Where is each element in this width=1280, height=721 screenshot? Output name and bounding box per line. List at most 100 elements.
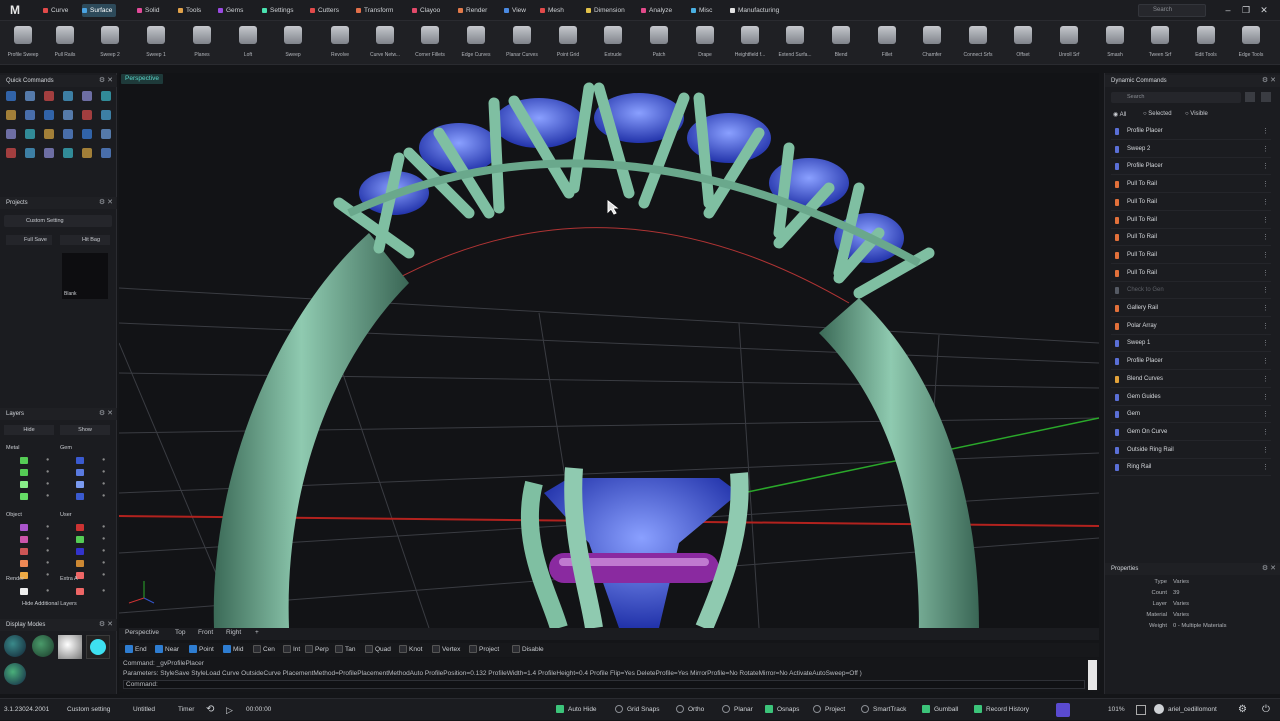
dynamic-command-item[interactable]: Check to Gen ⋮: [1111, 282, 1271, 300]
eye-icon[interactable]: ●: [46, 455, 49, 466]
layer-color-swatch[interactable]: [76, 588, 84, 595]
dynamic-command-item[interactable]: Pull To Rail ⋮: [1111, 194, 1271, 211]
dynamic-search-input[interactable]: Search: [1111, 92, 1241, 103]
view-tab-2[interactable]: Front: [198, 629, 213, 636]
menu-tab-tools[interactable]: Tools: [178, 4, 201, 17]
quick-command-icon[interactable]: [6, 110, 16, 120]
command-input[interactable]: Command:: [123, 680, 1085, 689]
quick-command-icon[interactable]: [63, 91, 73, 101]
eye-icon[interactable]: ●: [46, 522, 49, 533]
tool-extrude[interactable]: Extrude: [590, 24, 636, 62]
toggle-smarttrack[interactable]: SmartTrack: [861, 699, 906, 721]
hit-bag-button[interactable]: Hit Bag: [60, 235, 110, 245]
tool-revolve[interactable]: Revolve: [317, 24, 363, 62]
dynamic-command-item[interactable]: Profile Placer ⋮: [1111, 158, 1271, 176]
layer-color-swatch[interactable]: [20, 469, 28, 476]
tool-sweep-1[interactable]: Sweep 1: [133, 24, 179, 62]
tool-patch[interactable]: Patch: [636, 24, 682, 62]
layer-group-header[interactable]: Metal Gem: [4, 443, 112, 454]
more-options-icon[interactable]: ⋮: [1262, 229, 1269, 246]
layer-row[interactable]: ● ●: [4, 491, 112, 502]
eye-icon[interactable]: ●: [102, 467, 105, 478]
layer-group-header[interactable]: Object User: [4, 510, 112, 521]
tool-heightfield-f-[interactable]: Heightfield f...: [727, 24, 773, 62]
snap-end[interactable]: End: [125, 645, 147, 654]
tool-profile-sweep[interactable]: Profile Sweep: [0, 24, 46, 62]
checkbox[interactable]: [469, 645, 477, 653]
power-icon[interactable]: ⏻: [1262, 699, 1270, 721]
quick-command-icon[interactable]: [25, 110, 35, 120]
toggle-ortho[interactable]: Ortho: [676, 699, 704, 721]
toggle-grid-snaps[interactable]: Grid Snaps: [615, 699, 660, 721]
quick-command-icon[interactable]: [82, 148, 92, 158]
eye-icon[interactable]: ●: [102, 479, 105, 490]
layer-color-swatch[interactable]: [76, 457, 84, 464]
layer-row[interactable]: ● ●: [4, 546, 112, 557]
checkbox[interactable]: [155, 645, 163, 653]
eye-icon[interactable]: ●: [102, 546, 105, 557]
layer-color-swatch[interactable]: [20, 457, 28, 464]
tool-chamfer[interactable]: Chamfer: [909, 24, 955, 62]
tool-planar-curves[interactable]: Planar Curves: [499, 24, 545, 62]
checkbox[interactable]: [283, 645, 291, 653]
tool-connect-srfs[interactable]: Connect Srfs: [955, 24, 1001, 62]
toggle-osnaps[interactable]: Osnaps: [765, 699, 799, 721]
radio[interactable]: ◉: [1113, 112, 1120, 118]
layer-color-swatch[interactable]: [20, 560, 28, 567]
snap-vertex[interactable]: Vertex: [432, 645, 460, 654]
eye-icon[interactable]: ●: [46, 546, 49, 557]
layer-color-swatch[interactable]: [20, 481, 28, 488]
tool-curve-netw-[interactable]: Curve Netw...: [362, 24, 408, 62]
more-options-icon[interactable]: ⋮: [1262, 247, 1269, 264]
menu-tab-clayoo[interactable]: Clayoo: [412, 4, 440, 17]
dynamic-command-item[interactable]: Gem On Curve ⋮: [1111, 424, 1271, 441]
quick-command-icon[interactable]: [82, 91, 92, 101]
tool-offset[interactable]: Offset: [1000, 24, 1046, 62]
snap-near[interactable]: Near: [155, 645, 179, 654]
layer-color-swatch[interactable]: [76, 524, 84, 531]
quick-command-icon[interactable]: [101, 129, 111, 139]
quick-command-icon[interactable]: [101, 91, 111, 101]
toggle-gumball[interactable]: Gumball: [922, 699, 958, 721]
eye-icon[interactable]: ●: [46, 534, 49, 545]
wireframe-mode-icon[interactable]: [4, 635, 26, 657]
more-options-icon[interactable]: ⋮: [1262, 265, 1269, 282]
more-options-icon[interactable]: ⋮: [1262, 424, 1269, 441]
tool-extend-surfa-[interactable]: Extend Surfa...: [772, 24, 818, 62]
eye-icon[interactable]: ●: [102, 491, 105, 502]
command-scrollbar[interactable]: [1088, 660, 1097, 690]
dynamic-command-item[interactable]: Pull To Rail ⋮: [1111, 265, 1271, 282]
checkbox[interactable]: [765, 705, 773, 714]
menu-tab-surface[interactable]: Surface: [82, 4, 117, 17]
restore-icon[interactable]: ❐: [1240, 4, 1252, 16]
technical-mode-icon[interactable]: [4, 663, 26, 685]
snap-mid[interactable]: Mid: [223, 645, 243, 654]
dynamic-command-item[interactable]: Pull To Rail ⋮: [1111, 247, 1271, 264]
more-options-icon[interactable]: ⋮: [1262, 353, 1269, 370]
more-options-icon[interactable]: ⋮: [1262, 158, 1269, 175]
dynamic-command-item[interactable]: Sweep 1 ⋮: [1111, 335, 1271, 353]
menu-tab-mesh[interactable]: Mesh: [540, 4, 564, 17]
panel-close-icon[interactable]: ⚙ ✕: [99, 197, 113, 209]
hide-layers-button[interactable]: Hide: [4, 425, 54, 435]
quick-command-icon[interactable]: [44, 148, 54, 158]
layer-color-swatch[interactable]: [20, 548, 28, 555]
quick-command-icon[interactable]: [63, 129, 73, 139]
dynamic-command-item[interactable]: Ring Rail ⋮: [1111, 459, 1271, 477]
layer-row[interactable]: ● ●: [4, 586, 112, 597]
menu-tab-dimension[interactable]: Dimension: [586, 4, 625, 17]
tool-loft[interactable]: Loft: [225, 24, 271, 62]
layer-color-swatch[interactable]: [20, 493, 28, 500]
checkbox[interactable]: [125, 645, 133, 653]
snap-project[interactable]: Project: [469, 645, 499, 654]
snap-knot[interactable]: Knot: [399, 645, 422, 654]
panel-close-icon[interactable]: ⚙ ✕: [1262, 75, 1276, 87]
layer-color-swatch[interactable]: [76, 548, 84, 555]
layer-color-swatch[interactable]: [76, 536, 84, 543]
more-options-icon[interactable]: ⋮: [1262, 318, 1269, 335]
menu-tab-solid[interactable]: Solid: [137, 4, 159, 17]
user-avatar[interactable]: [1154, 704, 1164, 714]
toggle-record-history[interactable]: Record History: [974, 699, 1029, 721]
dynamic-command-item[interactable]: Gallery Rail ⋮: [1111, 300, 1271, 317]
more-options-icon[interactable]: ⋮: [1262, 123, 1269, 140]
